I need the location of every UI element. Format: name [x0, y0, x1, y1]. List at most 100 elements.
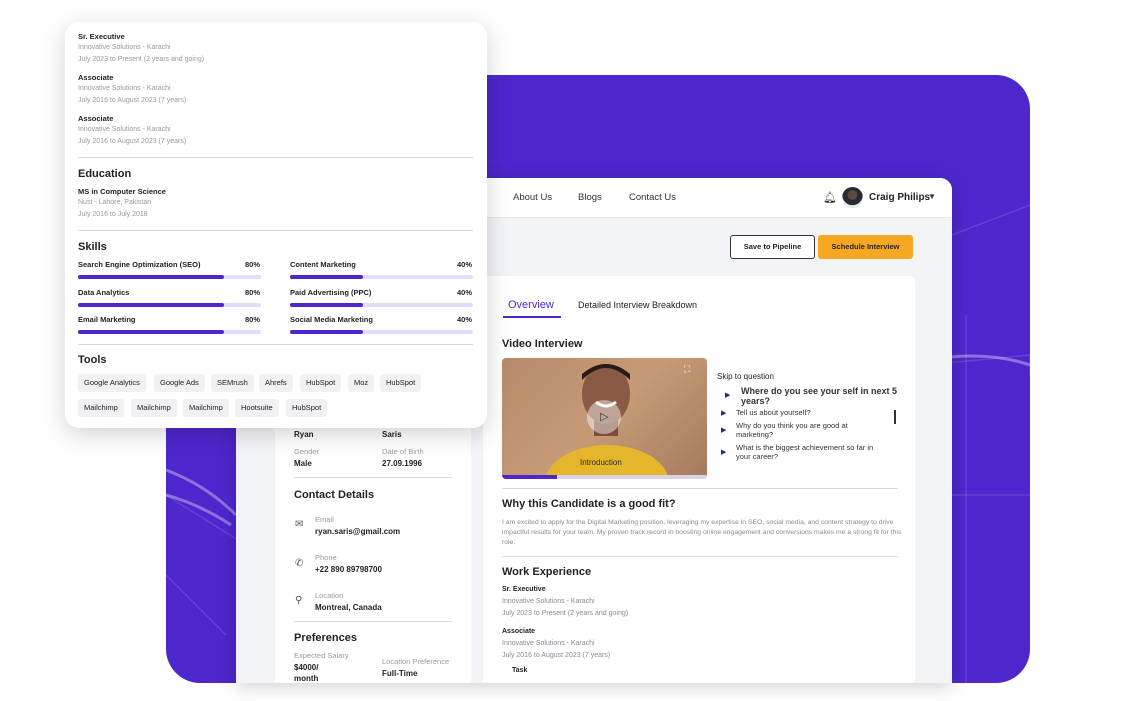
job-dates: July 2023 to Present (2 years and going): [78, 56, 205, 63]
mail-icon: ✉: [295, 519, 304, 530]
hero-stage: About Us Blogs Contact Us 🔔︎ Craig Phili…: [0, 0, 1146, 701]
question-item[interactable]: Why do you think you are good at marketi…: [736, 421, 876, 439]
divider: [294, 477, 452, 478]
user-name[interactable]: Craig Philips: [869, 192, 930, 203]
location-pin-icon: ⚲: [295, 595, 303, 606]
job-dates: July 2016 to August 2023 (7 years): [78, 138, 187, 145]
skill-percent: 80%: [245, 315, 261, 324]
avatar[interactable]: [842, 187, 863, 208]
tool-tag[interactable]: Google Analytics: [78, 374, 146, 392]
email-label: Email: [315, 515, 334, 524]
schedule-interview-button[interactable]: Schedule Interview: [818, 235, 913, 259]
chevron-down-icon[interactable]: ▼: [928, 192, 936, 201]
skill-bar: [290, 330, 473, 334]
tool-tag[interactable]: Ahrefs: [259, 374, 293, 392]
play-icon[interactable]: ▷: [600, 410, 608, 423]
tool-tag[interactable]: HubSpot: [300, 374, 342, 392]
question-scrollbar[interactable]: [894, 410, 896, 424]
job-title: Associate: [502, 628, 536, 635]
divider: [78, 230, 473, 231]
location-pref-label: Location Preference: [382, 657, 450, 666]
fit-text: I am excited to apply for the Digital Ma…: [502, 519, 902, 546]
skill-bar: [78, 275, 261, 279]
divider: [502, 556, 898, 557]
skill-bar: [78, 330, 261, 334]
job-title: Sr. Executive: [78, 32, 125, 41]
phone-value[interactable]: +22 890 89798700: [315, 565, 382, 574]
task-label: Task: [512, 667, 528, 674]
tools-heading: Tools: [78, 354, 107, 366]
tool-tag[interactable]: Mailchimp: [183, 399, 229, 417]
nav-blogs[interactable]: Blogs: [578, 192, 602, 203]
contact-heading: Contact Details: [294, 489, 375, 501]
phone-label: Phone: [315, 553, 337, 562]
gender-value: Male: [294, 459, 312, 468]
last-name: Saris: [382, 430, 402, 439]
tool-tag[interactable]: HubSpot: [380, 374, 422, 392]
skill-bar-fill: [78, 303, 225, 307]
nav-about-us[interactable]: About Us: [513, 192, 552, 203]
tool-tag[interactable]: Mailchimp: [78, 399, 124, 417]
skill-percent: 40%: [457, 260, 473, 269]
skill-bar-fill: [78, 275, 225, 279]
gender-label: Gender: [294, 447, 320, 456]
skills-heading: Skills: [78, 241, 107, 253]
skill-percent: 80%: [245, 288, 261, 297]
salary-value: $4000/: [294, 663, 319, 672]
question-item[interactable]: Where do you see your self in next 5 yea…: [741, 386, 901, 406]
divider: [502, 488, 898, 489]
question-item[interactable]: Tell us about yourself?: [736, 408, 886, 417]
tool-tag[interactable]: Moz: [348, 374, 375, 392]
phone-icon: ✆: [295, 558, 304, 569]
job-dates: July 2016 to August 2023 (7 years): [502, 652, 611, 659]
skill-bar: [290, 303, 473, 307]
job-company: Innovative Solutions - Karachi: [78, 85, 171, 92]
fullscreen-icon[interactable]: ⛶: [684, 364, 690, 375]
nav-contact-us[interactable]: Contact Us: [629, 192, 676, 203]
video-progress-track[interactable]: [502, 475, 707, 479]
skill-name: Email Marketing: [78, 315, 136, 324]
resume-popup-card: Sr. Executive Innovative Solutions - Kar…: [65, 22, 487, 428]
tab-detailed-breakdown[interactable]: Detailed Interview Breakdown: [578, 300, 697, 310]
bell-icon[interactable]: 🔔︎: [823, 191, 837, 204]
email-value[interactable]: ryan.saris@gmail.com: [315, 527, 400, 536]
tool-tag[interactable]: Mailchimp: [131, 399, 177, 417]
skill-bar-fill: [290, 330, 364, 334]
skill-name: Data Analytics: [78, 288, 130, 297]
skill-percent: 40%: [457, 315, 473, 324]
skill-name: Paid Advertising (PPC): [290, 288, 372, 297]
tool-tag[interactable]: Google Ads: [154, 374, 205, 392]
video-caption: Introduction: [580, 458, 622, 467]
job-title: Associate: [78, 73, 114, 82]
dob-value: 27.09.1996: [382, 459, 423, 468]
tool-tag[interactable]: SEMrush: [211, 374, 254, 392]
skill-name: Search Engine Optimization (SEO): [78, 260, 201, 269]
video-interview-heading: Video Interview: [502, 338, 583, 350]
save-to-pipeline-button[interactable]: Save to Pipeline: [730, 235, 815, 259]
skill-bar: [290, 275, 473, 279]
skill-bar-fill: [78, 330, 225, 334]
salary-period: month: [294, 674, 319, 683]
job-dates: July 2016 to August 2023 (7 years): [78, 97, 187, 104]
play-button[interactable]: ▷: [587, 400, 621, 434]
play-arrow-icon: ▶: [721, 427, 727, 434]
overview-panel: Overview Detailed Interview Breakdown Vi…: [483, 276, 915, 683]
divider: [294, 621, 452, 622]
job-company: Innovative Solutions - Karachi: [502, 598, 595, 605]
skill-percent: 40%: [457, 288, 473, 297]
skill-name: Social Media Marketing: [290, 315, 373, 324]
dob-label: Date of Birth: [382, 447, 424, 456]
degree: MS in Computer Science: [78, 187, 166, 196]
profile-sidebar: Ryan Saris Gender Date of Birth Male 27.…: [275, 408, 471, 683]
school: Nust - Lahore, Pakistan: [78, 199, 152, 206]
skill-name: Content Marketing: [290, 260, 356, 269]
tab-overview[interactable]: Overview: [508, 299, 554, 311]
video-player[interactable]: ▷ Introduction ⛶: [502, 358, 707, 479]
tool-tag[interactable]: Hootsuite: [235, 399, 279, 417]
question-item[interactable]: What is the biggest achievement so far i…: [736, 443, 886, 461]
job-dates: July 2023 to Present (2 years and going): [502, 610, 629, 617]
location-value: Montreal, Canada: [315, 603, 382, 612]
play-arrow-icon: ▶: [721, 410, 727, 417]
location-label: Location: [315, 591, 344, 600]
tool-tag[interactable]: HubSpot: [286, 399, 328, 417]
